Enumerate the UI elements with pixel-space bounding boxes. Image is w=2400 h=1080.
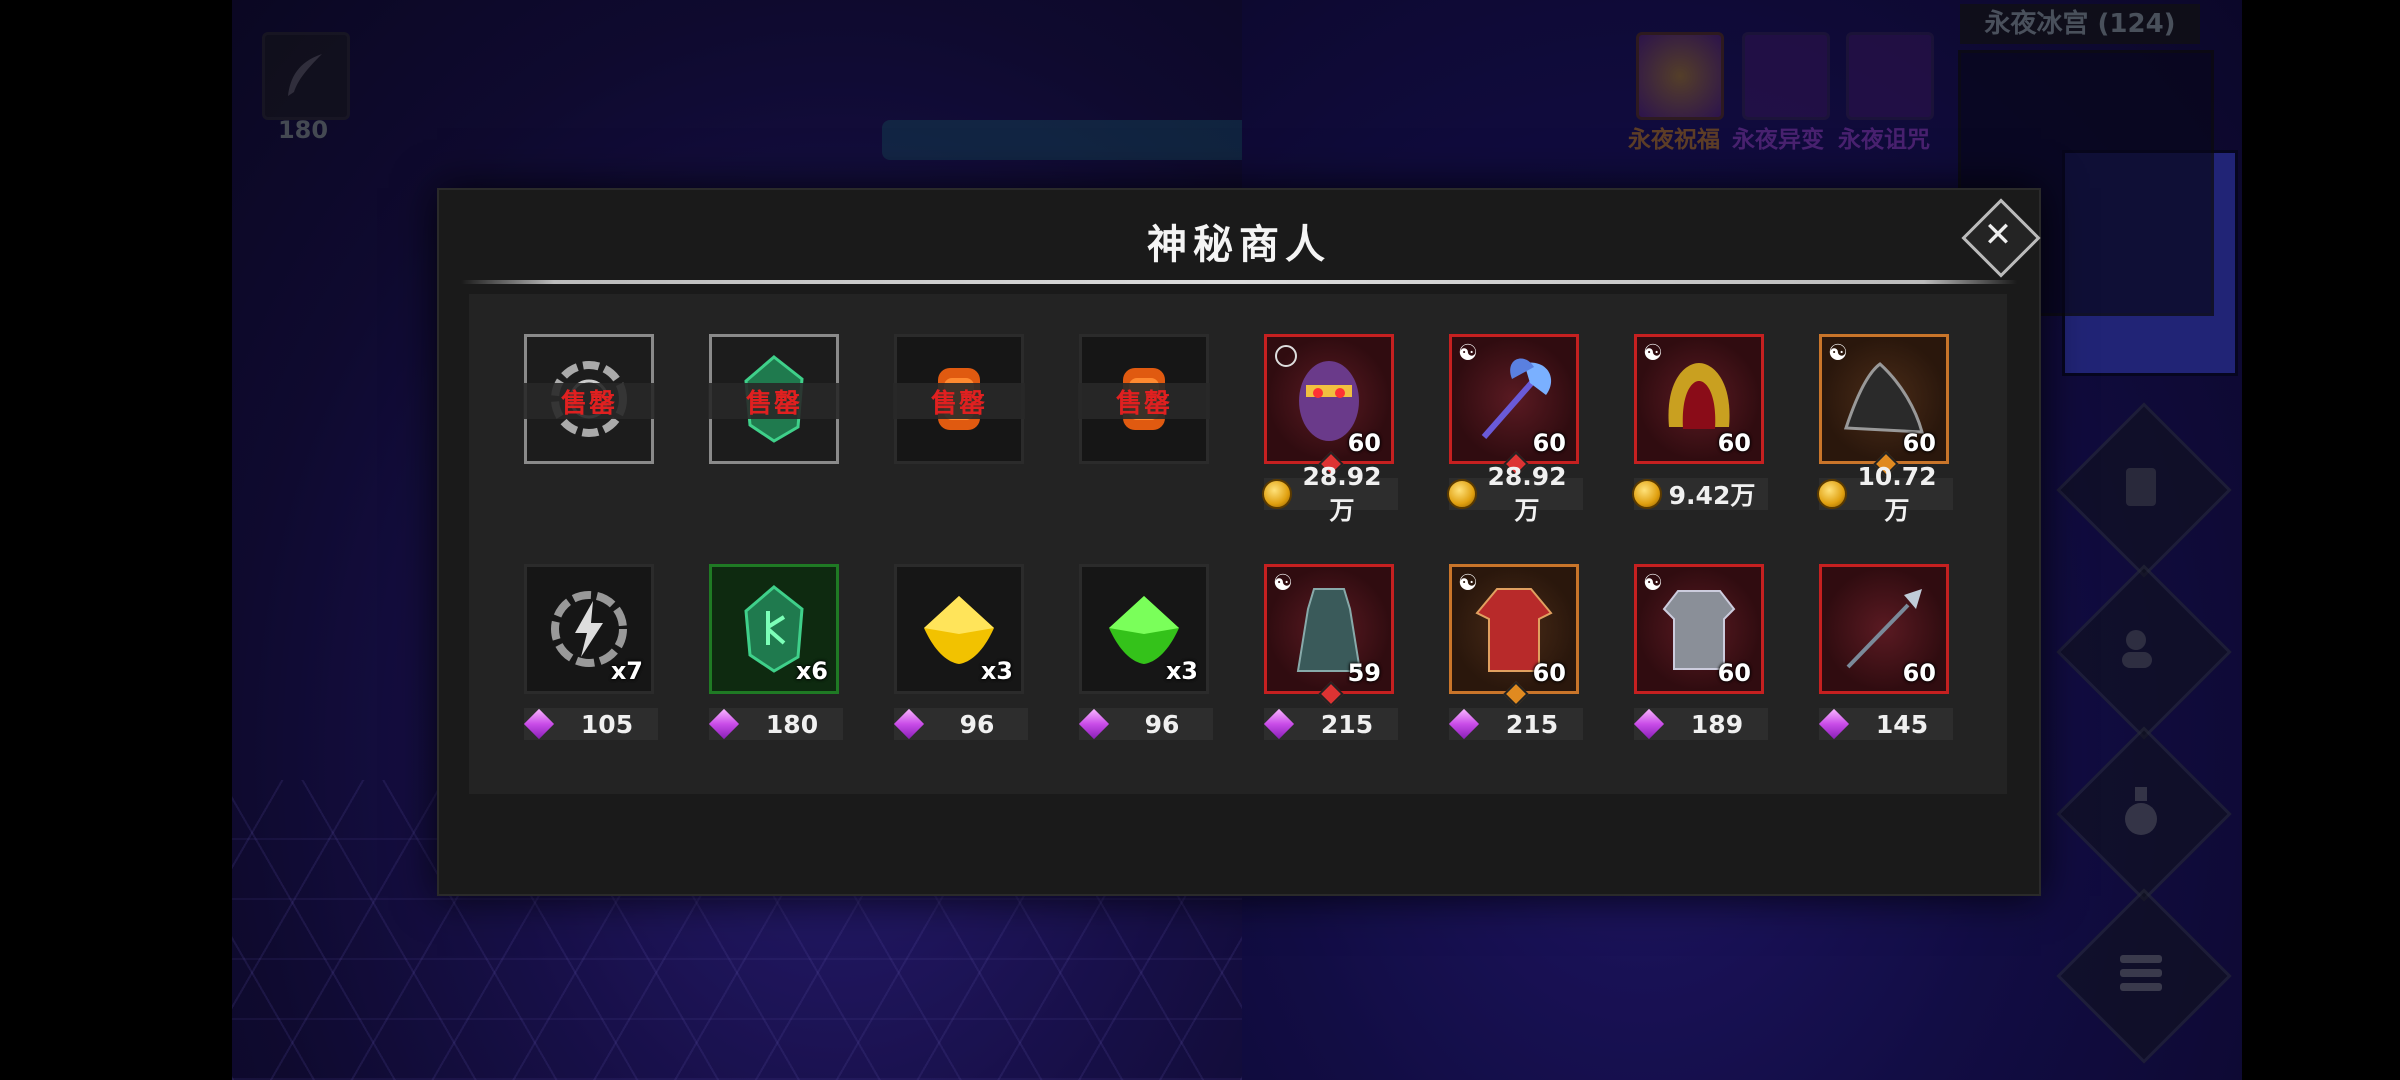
price-value: 189 xyxy=(1690,709,1744,739)
item-level: 60 xyxy=(1347,429,1381,457)
yin-yang-icon: ☯ xyxy=(1458,571,1478,596)
shop-item-slot[interactable]: x7 xyxy=(524,564,654,694)
shop-item-slot[interactable]: 售罄 xyxy=(1078,334,1210,464)
shop-item-slot[interactable]: ☯ 60 xyxy=(1634,564,1764,694)
mystery-merchant-dialog: 神秘商人 ✕ 售罄 售罄 售罄 售罄 60 ☯ 60 ☯ 60 ☯ 60 28.… xyxy=(437,188,2041,896)
price-tag: 28.92万 xyxy=(1447,462,1583,525)
shop-item-slot[interactable]: ☯ 60 xyxy=(1449,334,1579,477)
sold-out-label: 售罄 xyxy=(893,383,1025,419)
price-value: 28.92万 xyxy=(1302,461,1382,525)
diamond-gem-icon xyxy=(708,708,740,740)
yin-yang-icon: ☯ xyxy=(1643,341,1663,366)
price-tag: 96 xyxy=(1078,708,1213,740)
dialog-title: 神秘商人 xyxy=(1147,222,1331,268)
shop-item-slot[interactable]: 60 xyxy=(1819,564,1949,694)
price-value: 215 xyxy=(1505,709,1559,739)
price-value: 215 xyxy=(1320,709,1374,739)
price-value: 96 xyxy=(959,709,995,739)
rarity-ring-icon xyxy=(1275,345,1297,367)
shop-item-slot[interactable]: x3 xyxy=(894,564,1024,694)
diamond-gem-icon xyxy=(1263,708,1295,740)
shop-item-slot[interactable]: ☯ 59 xyxy=(1264,564,1394,707)
price-tag: 145 xyxy=(1818,708,1953,740)
price-value: 105 xyxy=(580,709,634,739)
diamond-gem-icon xyxy=(1818,708,1850,740)
price-value: 10.72万 xyxy=(1857,461,1937,525)
price-tag: 215 xyxy=(1448,708,1583,740)
item-quantity: x7 xyxy=(610,657,643,685)
gold-coin-icon xyxy=(1447,479,1477,509)
price-tag: 105 xyxy=(523,708,658,740)
item-level: 60 xyxy=(1902,429,1936,457)
price-value: 96 xyxy=(1144,709,1180,739)
item-level: 59 xyxy=(1347,659,1381,687)
price-tag: 189 xyxy=(1633,708,1768,740)
price-value: 9.42万 xyxy=(1668,481,1756,510)
price-tag: 96 xyxy=(893,708,1028,740)
shop-item-slot[interactable]: 售罄 xyxy=(708,334,840,464)
shop-item-slot[interactable]: 售罄 xyxy=(893,334,1025,464)
item-level: 60 xyxy=(1532,659,1566,687)
close-icon[interactable]: ✕ xyxy=(1973,210,2023,260)
yin-yang-icon: ☯ xyxy=(1828,341,1848,366)
item-level: 60 xyxy=(1532,429,1566,457)
shop-item-slot[interactable]: x6 xyxy=(709,564,839,694)
gold-coin-icon xyxy=(1262,479,1292,509)
yin-yang-icon: ☯ xyxy=(1273,571,1293,596)
shop-item-slot[interactable]: 售罄 xyxy=(523,334,655,464)
diamond-gem-icon xyxy=(893,708,925,740)
price-value: 180 xyxy=(765,709,819,739)
diamond-gem-icon xyxy=(1448,708,1480,740)
sold-out-label: 售罄 xyxy=(1078,383,1210,419)
shop-panel: 售罄 售罄 售罄 售罄 60 ☯ 60 ☯ 60 ☯ 60 28.92万 28.… xyxy=(469,294,2007,794)
item-quantity: x6 xyxy=(795,657,828,685)
shop-item-slot[interactable]: ☯ 60 xyxy=(1819,334,1949,477)
price-value: 28.92万 xyxy=(1487,461,1567,525)
shop-item-slot[interactable]: ☯ 60 xyxy=(1634,334,1764,464)
item-level: 60 xyxy=(1717,429,1751,457)
price-tag: 28.92万 xyxy=(1262,462,1398,525)
shop-item-slot[interactable]: ☯ 60 xyxy=(1449,564,1579,707)
diamond-gem-icon xyxy=(523,708,555,740)
item-quantity: x3 xyxy=(980,657,1013,685)
gold-coin-icon xyxy=(1817,479,1847,509)
price-tag: 9.42万 xyxy=(1632,478,1768,510)
diamond-gem-icon xyxy=(1078,708,1110,740)
item-level: 60 xyxy=(1902,659,1936,687)
sold-out-label: 售罄 xyxy=(708,383,840,419)
price-value: 145 xyxy=(1875,709,1929,739)
shop-item-slot[interactable]: x3 xyxy=(1079,564,1209,694)
sold-out-label: 售罄 xyxy=(523,383,655,419)
shop-item-slot[interactable]: 60 xyxy=(1264,334,1394,477)
diamond-gem-icon xyxy=(1633,708,1665,740)
yin-yang-icon: ☯ xyxy=(1643,571,1663,596)
price-tag: 10.72万 xyxy=(1817,462,1953,525)
price-tag: 215 xyxy=(1263,708,1398,740)
title-divider xyxy=(461,280,2017,284)
yin-yang-icon: ☯ xyxy=(1458,341,1478,366)
gold-coin-icon xyxy=(1632,479,1662,509)
item-level: 60 xyxy=(1717,659,1751,687)
item-quantity: x3 xyxy=(1165,657,1198,685)
price-tag: 180 xyxy=(708,708,843,740)
